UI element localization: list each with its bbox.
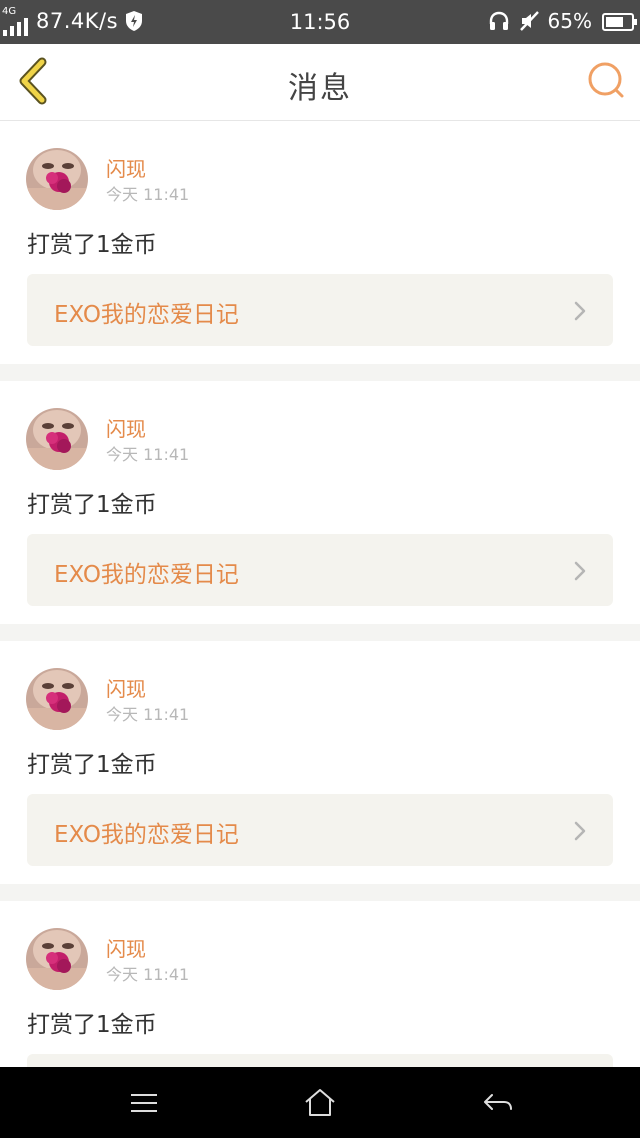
page-title: 消息	[288, 71, 352, 106]
battery-percent: 65%	[547, 9, 592, 33]
story-title: EXO我的恋爱日记	[54, 822, 239, 848]
avatar[interactable]	[26, 408, 88, 470]
mute-icon	[520, 11, 539, 31]
home-icon[interactable]	[302, 1085, 338, 1121]
message-text: 打赏了1金币	[27, 232, 157, 258]
story-title: EXO我的恋爱日记	[54, 302, 239, 328]
message-time: 今天 11:41	[106, 185, 190, 204]
message-text: 打赏了1金币	[27, 752, 157, 778]
sender-name[interactable]: 闪现	[106, 413, 146, 442]
sender-name[interactable]: 闪现	[106, 153, 146, 182]
sender-name[interactable]: 闪现	[106, 933, 146, 962]
battery-icon	[602, 13, 637, 31]
story-link[interactable]: EXO我的恋爱日记	[27, 274, 613, 346]
sender-name[interactable]: 闪现	[106, 673, 146, 702]
story-title: EXO我的恋爱日记	[54, 562, 239, 588]
message-card: 闪现 今天 11:41 打赏了1金币 EXO我的恋爱日记	[0, 121, 640, 364]
app-header: 消息	[0, 44, 640, 121]
chevron-right-icon	[574, 301, 586, 321]
story-link[interactable]: EXO我的恋爱日记	[27, 1054, 613, 1067]
back-arrow-icon[interactable]	[480, 1085, 516, 1121]
message-text: 打赏了1金币	[27, 1012, 157, 1038]
avatar[interactable]	[26, 668, 88, 730]
story-link[interactable]: EXO我的恋爱日记	[27, 794, 613, 866]
avatar[interactable]	[26, 148, 88, 210]
system-nav-bar	[0, 1067, 640, 1138]
status-bar: 4G 87.4K/s 11:56 65%	[0, 0, 640, 44]
message-time: 今天 11:41	[106, 965, 190, 984]
story-link[interactable]: EXO我的恋爱日记	[27, 534, 613, 606]
headset-icon	[489, 11, 509, 30]
clock: 11:56	[289, 10, 351, 34]
menu-icon[interactable]	[126, 1085, 162, 1121]
chevron-right-icon	[574, 821, 586, 841]
message-time: 今天 11:41	[106, 445, 190, 464]
avatar[interactable]	[26, 928, 88, 990]
message-text: 打赏了1金币	[27, 492, 157, 518]
message-card: 闪现 今天 11:41 打赏了1金币 EXO我的恋爱日记	[0, 381, 640, 624]
message-card: 闪现 今天 11:41 打赏了1金币 EXO我的恋爱日记	[0, 641, 640, 884]
chevron-right-icon	[574, 561, 586, 581]
search-button[interactable]	[586, 60, 626, 100]
message-card: 闪现 今天 11:41 打赏了1金币 EXO我的恋爱日记	[0, 901, 640, 1067]
message-list[interactable]: 闪现 今天 11:41 打赏了1金币 EXO我的恋爱日记 闪现 今天 11:41…	[0, 121, 640, 1067]
message-time: 今天 11:41	[106, 705, 190, 724]
